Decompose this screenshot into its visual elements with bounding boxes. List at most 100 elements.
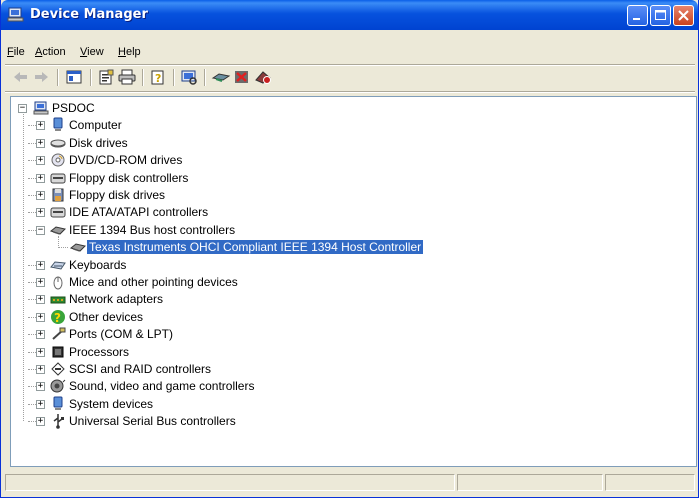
device-manager-window: Device Manager File Action View Help ? −… [0,0,699,498]
tree-item-label: IEEE 1394 Bus host controllers [69,222,236,237]
tree-connector-line [28,299,36,301]
tree-connector-line [28,369,36,370]
menu-view[interactable]: View [80,46,104,58]
tree-item-label: Ports (COM & LPT) [69,327,174,342]
svg-text:?: ? [54,311,61,325]
ieee1394-icon [70,239,86,255]
tree-root-label: PSDOC [52,101,95,115]
minimize-button[interactable] [627,5,648,26]
tree-connector-line [28,421,36,423]
controller-icon [50,170,66,186]
tree-item-label: SCSI and RAID controllers [69,362,212,376]
print-icon[interactable] [117,68,137,86]
expand-toggle[interactable]: + [36,347,45,357]
tree-item-label: System devices [69,396,154,411]
svg-text:?: ? [155,72,161,85]
tree-connector-line [58,247,68,249]
tree-connector-line [28,212,36,214]
status-cell-middle [457,474,603,491]
tree-connector-line [28,125,36,127]
maximize-button[interactable] [650,5,671,26]
expand-toggle[interactable]: + [36,365,45,374]
expand-toggle[interactable]: + [36,330,45,340]
status-cell-main [5,474,455,491]
tree-connector-line [28,195,36,196]
sound-icon [50,378,66,394]
expand-toggle[interactable]: + [36,278,45,287]
title-bar[interactable]: Device Manager [1,0,698,30]
back-arrow-icon[interactable] [11,68,31,86]
tree-connector-line [58,235,59,248]
toolbar-separator [90,69,92,86]
cd-drive-icon [50,152,66,168]
tree-item-label: DVD/CD-ROM drives [69,153,183,168]
status-cell-right [605,474,695,491]
tree-item-label: Keyboards [69,257,127,272]
disable-icon[interactable] [253,68,273,86]
tree-item-label: Mice and other pointing devices [69,275,238,289]
toolbar-separator [142,69,144,86]
tree-connector-line [28,386,36,388]
mouse-icon [50,274,66,290]
toolbar: ? [5,66,695,90]
device-tree[interactable]: − PSDOC + Computer + Disk drives + DVD/CD-ROM… [10,96,697,467]
uninstall-icon[interactable] [232,68,252,86]
collapse-toggle[interactable]: − [36,225,45,235]
tree-connector-line [28,229,36,231]
toolbar-separator [173,69,175,86]
toolbar-separator [204,69,206,86]
toolbar-separator [57,69,59,86]
tree-item-label: Processors [69,344,130,359]
network-icon [50,291,66,307]
expand-toggle[interactable]: + [36,399,45,409]
tree-connector-line [23,114,24,422]
device-manager-icon [7,6,24,23]
tree-item-label: Other devices [69,309,144,324]
properties-icon[interactable] [96,68,116,86]
expand-toggle[interactable]: + [36,121,45,131]
window-title: Device Manager [30,7,148,22]
expand-toggle[interactable]: + [36,138,45,148]
expand-toggle[interactable]: + [36,208,45,218]
tree-connector-line [28,160,36,162]
tree-item-label: Computer [69,118,122,133]
expand-toggle[interactable]: + [36,173,45,183]
floppy-icon [50,187,66,203]
expand-toggle[interactable]: + [36,382,45,392]
expand-toggle[interactable]: + [36,295,45,305]
disk-drive-icon [50,135,66,151]
forward-arrow-icon[interactable] [31,68,51,86]
tree-connector-line [28,282,36,283]
tree-connector-line [28,177,36,179]
expand-toggle[interactable]: + [36,312,45,322]
scan-hardware-icon[interactable] [179,68,199,86]
menu-file[interactable]: File [7,46,25,58]
tree-connector-line [28,334,36,336]
tree-item-label: Universal Serial Bus controllers [69,414,236,429]
tree-item-label: Network adapters [69,292,164,307]
expand-toggle[interactable]: + [36,156,45,166]
menu-action[interactable]: Action [35,46,66,58]
status-bar [5,473,695,493]
tree-connector-line [28,142,36,144]
tree-connector-line [28,403,36,405]
tree-item-label: Floppy disk drives [69,188,166,202]
expand-toggle[interactable]: + [36,191,45,200]
close-button[interactable] [673,5,694,26]
computer-icon [50,117,66,133]
update-driver-icon[interactable] [211,68,231,86]
tree-item-label: Floppy disk controllers [69,170,189,185]
tree-item-label: Texas Instruments OHCI Compliant IEEE 13… [85,239,425,256]
tree-item-label: Sound, video and game controllers [69,379,255,394]
expand-toggle[interactable]: + [36,417,45,427]
computer-icon [33,100,49,116]
menu-help[interactable]: Help [118,46,141,58]
expand-toggle[interactable]: + [36,260,45,270]
collapse-toggle[interactable]: − [18,104,27,113]
help-icon[interactable]: ? [148,68,168,86]
system-icon [50,396,66,412]
controller-icon [50,204,66,220]
tree-connector-line [28,264,36,266]
unknown-device-icon: ? [50,309,66,325]
console-tree-icon[interactable] [64,68,84,86]
